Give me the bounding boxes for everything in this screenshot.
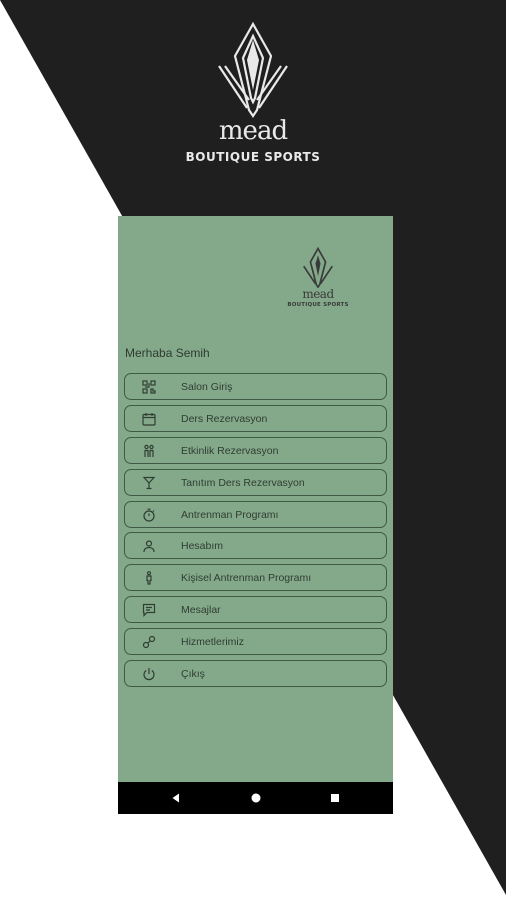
menu-item-label: Çıkış	[181, 668, 205, 681]
app-brand-wordmark: mead	[302, 287, 334, 301]
menu-item-salon-giris[interactable]: Salon Giriş	[124, 373, 387, 400]
people-icon	[142, 444, 156, 458]
menu-item-label: Etkinlik Rezervasyon	[181, 444, 279, 457]
menu-item-label: Antrenman Programı	[181, 508, 279, 521]
brand-tagline: BOUTIQUE SPORTS	[185, 150, 321, 164]
menu-item-cikis[interactable]: Çıkış	[124, 660, 387, 688]
mead-emblem-small-icon	[303, 246, 333, 288]
person-icon	[142, 539, 156, 553]
mead-emblem-icon	[218, 21, 288, 118]
person-standing-icon	[142, 571, 156, 585]
android-navigation-bar	[118, 782, 393, 814]
services-icon	[142, 635, 156, 649]
menu-item-etkinlik-rezervasyon[interactable]: Etkinlik Rezervasyon	[124, 436, 387, 464]
main-menu: Salon Giriş Ders Rezervasyon Etkinlik Re…	[124, 373, 387, 692]
menu-item-label: Mesajlar	[181, 604, 221, 617]
timer-icon	[142, 508, 156, 522]
menu-item-label: Kişisel Antrenman Programı	[181, 572, 312, 585]
app-brand-tagline: BOUTIQUE SPORTS	[287, 302, 349, 308]
home-circle-icon[interactable]	[250, 792, 262, 804]
menu-item-hizmetlerimiz[interactable]: Hizmetlerimiz	[124, 628, 387, 656]
menu-item-ders-rezervasyon[interactable]: Ders Rezervasyon	[124, 404, 387, 432]
app-brand-logo: mead BOUTIQUE SPORTS	[278, 246, 358, 308]
brand-wordmark: mead	[218, 116, 288, 146]
menu-item-label: Hizmetlerimiz	[181, 636, 244, 649]
power-icon	[142, 667, 156, 681]
menu-item-mesajlar[interactable]: Mesajlar	[124, 596, 387, 624]
menu-item-label: Hesabım	[181, 540, 224, 553]
menu-item-antrenman-programi[interactable]: Antrenman Programı	[124, 500, 387, 528]
calendar-icon	[142, 412, 156, 426]
brand-logo: mead BOUTIQUE SPORTS	[0, 18, 506, 164]
menu-item-hesabim[interactable]: Hesabım	[124, 532, 387, 560]
greeting-text: Merhaba Semih	[125, 346, 210, 360]
menu-item-label: Salon Giriş	[181, 381, 233, 393]
recents-square-icon[interactable]	[329, 792, 341, 804]
menu-item-label: Ders Rezervasyon	[181, 412, 268, 425]
cocktail-glass-icon	[142, 476, 156, 490]
app-screen: mead BOUTIQUE SPORTS Merhaba Semih Salon…	[118, 216, 393, 814]
back-triangle-icon[interactable]	[170, 792, 182, 804]
menu-item-kisisel-antrenman-programi[interactable]: Kişisel Antrenman Programı	[124, 564, 387, 592]
qr-code-icon	[142, 380, 156, 394]
menu-item-label: Tanıtım Ders Rezervasyon	[181, 476, 305, 489]
menu-item-tanitim-ders-rezervasyon[interactable]: Tanıtım Ders Rezervasyon	[124, 468, 387, 496]
message-icon	[142, 603, 156, 618]
